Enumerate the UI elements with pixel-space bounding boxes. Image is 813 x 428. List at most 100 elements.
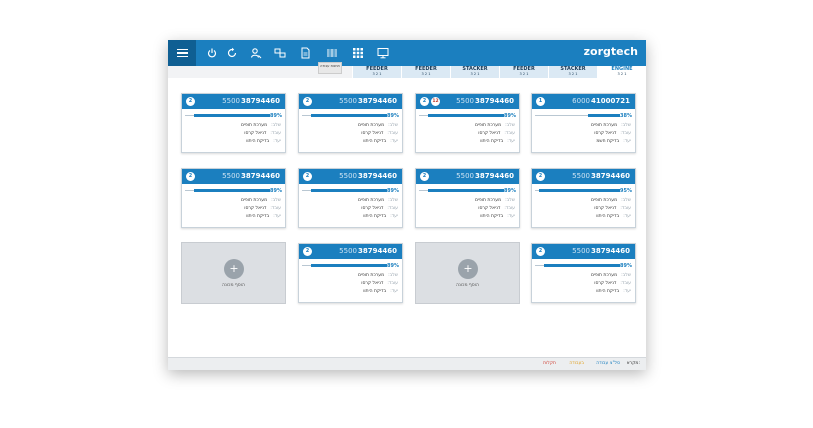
progress-percent: 89% bbox=[270, 188, 282, 194]
document-icon[interactable] bbox=[299, 47, 311, 59]
quantity: 5500 bbox=[222, 172, 240, 180]
count-badge: 2 bbox=[186, 172, 195, 181]
info-row: יעד: בדיקת היתוו bbox=[480, 139, 515, 144]
machine-card[interactable]: 2 5500 38794460 89% שלב: מערכת תופים עובד… bbox=[415, 168, 520, 228]
progress-bar bbox=[302, 189, 387, 193]
row-value: מערכת תופים bbox=[590, 123, 618, 128]
machine-card[interactable]: 2 12 5500 38794460 89% שלב: מערכת תופים ע… bbox=[415, 93, 520, 153]
progress-percent: 89% bbox=[504, 188, 516, 194]
progress-bar bbox=[302, 264, 387, 268]
row-label: שלב: bbox=[271, 198, 281, 203]
legend-item-in-progress[interactable]: בעבודה bbox=[569, 361, 584, 366]
row-value: דניאל קרסו bbox=[478, 131, 501, 136]
tab-stacker-1[interactable]: STACKER 3 2 1 bbox=[450, 66, 499, 78]
info-row: שלב: מערכת תופים bbox=[591, 123, 631, 128]
row-label: עובד: bbox=[387, 281, 398, 286]
row-value: בדיקת היתוו bbox=[363, 289, 387, 294]
app-window: zorgtech FEEDER 3 2 1 FEEDER 3 2 1 STACKER… bbox=[168, 40, 646, 370]
top-bar: zorgtech bbox=[168, 40, 646, 66]
barcode-list-icon[interactable] bbox=[326, 47, 338, 59]
grid-icon[interactable] bbox=[352, 47, 364, 59]
power-icon[interactable] bbox=[206, 47, 218, 59]
row-value: דניאל קרסו bbox=[244, 131, 267, 136]
tab-sub: 3 2 1 bbox=[617, 72, 627, 76]
card-header: 2 5500 38794460 bbox=[299, 94, 402, 109]
count-badge: 2 bbox=[303, 97, 312, 106]
order-number: 38794460 bbox=[475, 172, 514, 180]
row-value: דניאל קרסו bbox=[478, 206, 501, 211]
user-search-icon[interactable] bbox=[250, 47, 262, 59]
order-number: 38794460 bbox=[475, 97, 514, 105]
monitor-icon[interactable] bbox=[377, 47, 389, 59]
machine-card[interactable]: 2 5500 38794460 89% שלב: מערכת תופים עובד… bbox=[531, 243, 636, 303]
row-value: דניאל קרסו bbox=[594, 281, 617, 286]
info-row: עובד: דניאל קרסו bbox=[244, 206, 281, 211]
tab-engine[interactable]: ENGINE 3 2 1 bbox=[597, 66, 646, 78]
quantity: 5500 bbox=[339, 247, 357, 255]
row-label: עובד: bbox=[387, 206, 398, 211]
progress-bar bbox=[535, 189, 620, 193]
count-badge: 2 bbox=[420, 172, 429, 181]
row-label: יעד: bbox=[623, 139, 631, 144]
count-badge: 2 bbox=[536, 247, 545, 256]
tab-feeder-3[interactable]: FEEDER 3 2 1 bbox=[499, 66, 548, 78]
info-row: עובד: דניאל קרסו bbox=[361, 281, 398, 286]
machine-card[interactable]: 2 5500 38794460 89% שלב: מערכת תופים עובד… bbox=[181, 93, 286, 153]
add-machine-card[interactable]: + הוסף מכונה bbox=[415, 242, 520, 304]
row-label: שלב: bbox=[388, 198, 398, 203]
progress-bar bbox=[185, 114, 270, 118]
info-row: יעד: בדיקת היתוו bbox=[363, 214, 398, 219]
tab-feeder-2[interactable]: FEEDER 3 2 1 bbox=[401, 66, 450, 78]
tab-stacker-2[interactable]: STACKER 3 2 1 bbox=[548, 66, 597, 78]
info-row: יעד: בדיקת היתוו bbox=[246, 214, 281, 219]
legend-item-faults[interactable]: תקלות bbox=[543, 361, 556, 366]
card-header: 2 5500 38794460 bbox=[182, 169, 285, 184]
count-badge: 2 bbox=[536, 172, 545, 181]
menu-button[interactable] bbox=[168, 40, 196, 66]
legend-item-work-orders[interactable]: סל"צ עבודה bbox=[596, 361, 620, 366]
row-value: מערכת תופים bbox=[357, 273, 385, 278]
info-row: שלב: מערכת תופים bbox=[475, 198, 515, 203]
progress-bar bbox=[535, 264, 620, 268]
row-value: מערכת תופים bbox=[474, 123, 502, 128]
row-label: יעד: bbox=[273, 139, 281, 144]
row-value: מערכת תופים bbox=[474, 198, 502, 203]
progress-bar bbox=[419, 114, 504, 118]
card-header: 2 5500 38794460 bbox=[299, 244, 402, 259]
count-badge: 2 bbox=[303, 172, 312, 181]
add-icon: + bbox=[224, 259, 244, 279]
quantity: 6000 bbox=[572, 97, 590, 105]
progress-percent: 89% bbox=[620, 263, 632, 269]
row-value: בדיקת היתוו bbox=[246, 139, 270, 144]
machine-card[interactable]: 2 5500 38794460 89% שלב: מערכת תופים עובד… bbox=[298, 168, 403, 228]
info-row: שלב: מערכת תופים bbox=[358, 273, 398, 278]
refresh-icon[interactable] bbox=[226, 47, 238, 59]
row-value: מערכת תופים bbox=[590, 198, 618, 203]
machine-card[interactable]: 2 5500 38794460 89% שלב: מערכת תופים עובד… bbox=[181, 168, 286, 228]
machine-card[interactable]: 2 5500 38794460 89% שלב: מערכת תופים עובד… bbox=[298, 243, 403, 303]
quantity: 5500 bbox=[222, 97, 240, 105]
transfer-icon[interactable] bbox=[274, 47, 286, 59]
tab-feeder-1[interactable]: FEEDER 3 2 1 bbox=[352, 66, 401, 78]
row-label: שלב: bbox=[388, 273, 398, 278]
info-row: שלב: מערכת תופים bbox=[358, 198, 398, 203]
menu-line-icon bbox=[176, 48, 188, 51]
progress-percent: 89% bbox=[387, 113, 399, 119]
row-value: דניאל קרסו bbox=[594, 206, 617, 211]
info-row: יעד: בדיקת היתוו bbox=[363, 139, 398, 144]
add-machine-card[interactable]: + הוסף מכונה bbox=[181, 242, 286, 304]
card-header: 2 5500 38794460 bbox=[416, 169, 519, 184]
machine-card[interactable]: 1 6000 41000721 38% שלב: מערכת תופים עובד… bbox=[531, 93, 636, 153]
row-label: יעד: bbox=[390, 139, 398, 144]
progress-percent: 89% bbox=[387, 188, 399, 194]
count-badge: 2 bbox=[420, 97, 429, 106]
info-row: יעד: בדיקת היתוו bbox=[363, 289, 398, 294]
row-label: שלב: bbox=[271, 123, 281, 128]
row-label: עובד: bbox=[504, 131, 515, 136]
row-value: דניאל קרסו bbox=[361, 131, 384, 136]
machine-card[interactable]: 2 5500 38794460 89% שלב: מערכת תופים עובד… bbox=[298, 93, 403, 153]
add-machine-label: הוסף מכונה bbox=[456, 283, 479, 288]
machine-card[interactable]: 2 5500 38794460 95% שלב: מערכת תופים עובד… bbox=[531, 168, 636, 228]
tab-sub: 3 2 1 bbox=[568, 72, 578, 76]
quantity: 5500 bbox=[572, 247, 590, 255]
